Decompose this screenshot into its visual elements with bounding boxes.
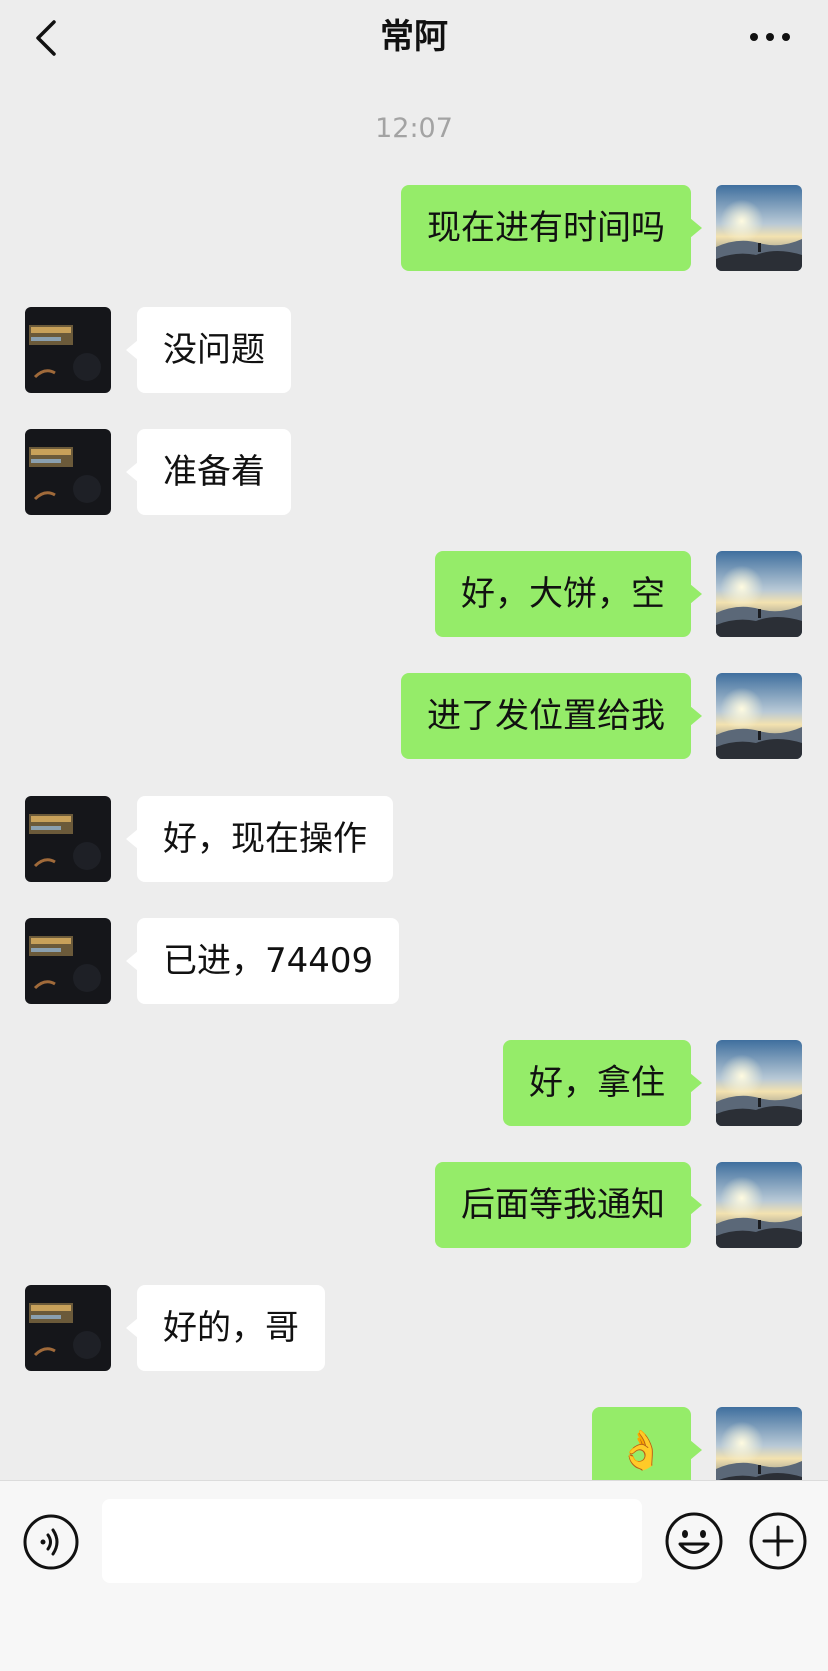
message-timestamp: 12:07 [375, 113, 453, 144]
my-avatar[interactable] [716, 185, 802, 271]
message-bubble-outgoing[interactable]: 后面等我通知 [435, 1162, 702, 1248]
my-avatar[interactable] [716, 1040, 802, 1126]
message-text: 好的，哥 [163, 1308, 299, 1348]
contact-avatar[interactable] [25, 796, 111, 882]
voice-icon[interactable] [22, 1513, 80, 1571]
chat-title: 常阿 [380, 17, 448, 57]
message-bubble-outgoing[interactable]: 进了发位置给我 [401, 673, 702, 759]
message-row-outgoing: 好，大饼，空 [0, 551, 828, 637]
message-row-incoming: 好的，哥 [0, 1285, 828, 1371]
my-avatar[interactable] [716, 1162, 802, 1248]
message-text: 进了发位置给我 [427, 696, 665, 736]
emoji-icon[interactable] [664, 1511, 724, 1571]
message-row-incoming: 已进，74409 [0, 918, 828, 1004]
contact-avatar[interactable] [25, 307, 111, 393]
chat-header: 常阿 [0, 0, 828, 76]
my-avatar[interactable] [716, 551, 802, 637]
message-bubble-incoming[interactable]: 好的，哥 [126, 1285, 325, 1371]
message-row-outgoing: 进了发位置给我 [0, 673, 828, 759]
message-text: 好，拿住 [529, 1063, 665, 1103]
message-text: 后面等我通知 [461, 1185, 665, 1225]
message-bubble-outgoing[interactable]: 好，大饼，空 [435, 551, 702, 637]
message-text: 已进，74409 [163, 941, 374, 981]
my-avatar[interactable] [716, 673, 802, 759]
message-input[interactable] [102, 1499, 642, 1583]
contact-avatar[interactable] [25, 918, 111, 1004]
message-text: 现在进有时间吗 [427, 208, 665, 248]
message-bubble-outgoing[interactable]: 现在进有时间吗 [401, 185, 702, 271]
chat-input-bar [0, 1480, 828, 1671]
message-bubble-incoming[interactable]: 准备着 [126, 429, 291, 515]
message-bubble-incoming[interactable]: 好，现在操作 [126, 796, 393, 882]
message-row-outgoing: 现在进有时间吗 [0, 185, 828, 271]
message-row-incoming: 没问题 [0, 307, 828, 393]
message-row-outgoing: 后面等我通知 [0, 1162, 828, 1248]
plus-icon[interactable] [748, 1511, 808, 1571]
message-text: 好，现在操作 [163, 819, 367, 859]
message-row-incoming: 好，现在操作 [0, 796, 828, 882]
message-text: 准备着 [163, 452, 265, 492]
message-bubble-outgoing[interactable]: 好，拿住 [503, 1040, 702, 1126]
message-row-incoming: 准备着 [0, 429, 828, 515]
contact-avatar[interactable] [25, 429, 111, 515]
message-bubble-incoming[interactable]: 已进，74409 [125, 918, 400, 1004]
message-bubble-incoming[interactable]: 没问题 [126, 307, 291, 393]
message-text: 好，大饼，空 [461, 574, 665, 614]
contact-avatar[interactable] [25, 1285, 111, 1371]
message-row-outgoing: 好，拿住 [0, 1040, 828, 1126]
more-dots-icon[interactable] [746, 22, 794, 52]
ok-hand-emoji: 👌 [617, 1428, 665, 1472]
message-text: 没问题 [163, 330, 265, 370]
